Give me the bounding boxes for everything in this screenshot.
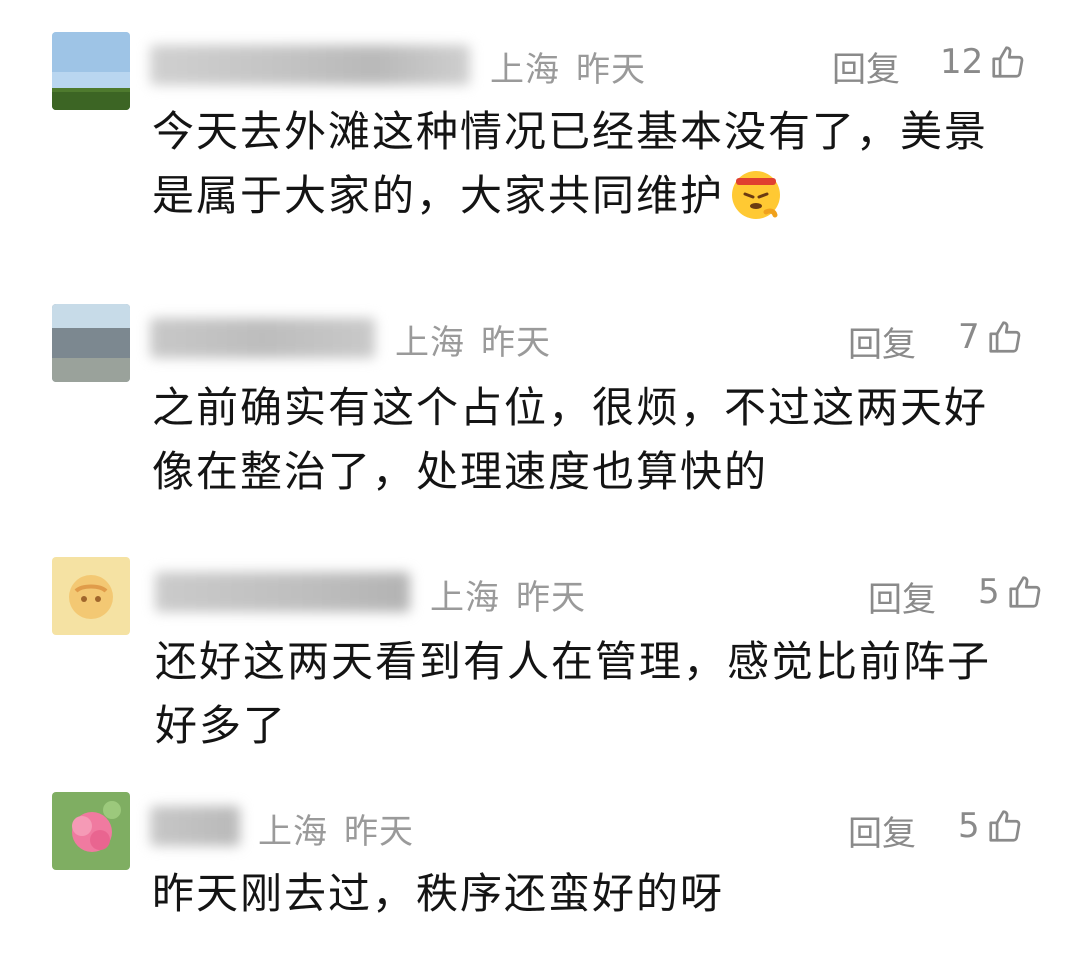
comment-location: 上海 bbox=[258, 812, 328, 852]
reply-button[interactable]: 回复 bbox=[868, 572, 936, 621]
blurred-username[interactable] bbox=[150, 318, 375, 358]
comment-text-line: 还好这两天看到有人在管理，感觉比前阵子 bbox=[155, 637, 992, 686]
landscape-avatar-icon bbox=[52, 32, 130, 110]
thumbs-up-icon bbox=[989, 810, 1020, 842]
comment-text: 之前确实有这个占位，很烦，不过这两天好 像在整治了，处理速度也算快的 bbox=[152, 376, 1052, 504]
comment-text-line: 今天去外滩这种情况已经基本没有了，美景 bbox=[152, 107, 989, 156]
like-count: 7 bbox=[958, 317, 980, 357]
comment-text-line: 昨天刚去过，秩序还蛮好的呀 bbox=[152, 869, 725, 918]
comment-time: 昨天 bbox=[576, 50, 646, 90]
like-button[interactable]: 12 bbox=[940, 42, 1027, 82]
thumbs-up-icon bbox=[989, 321, 1020, 353]
comment-text-line: 是属于大家的，大家共同维护 bbox=[152, 171, 725, 220]
blurred-username[interactable] bbox=[155, 572, 410, 612]
street-avatar-icon bbox=[52, 304, 130, 382]
comment-text-line: 像在整治了，处理速度也算快的 bbox=[152, 447, 769, 496]
like-count: 12 bbox=[940, 42, 984, 82]
flower-avatar-icon bbox=[52, 792, 130, 870]
comment-meta: 上海 昨天 bbox=[395, 315, 551, 364]
comment-text: 还好这两天看到有人在管理，感觉比前阵子 好多了 bbox=[155, 630, 1065, 758]
reply-button[interactable]: 回复 bbox=[848, 806, 916, 855]
comment-time: 昨天 bbox=[481, 323, 551, 363]
blurred-username[interactable] bbox=[150, 45, 470, 85]
comment-meta: 上海 昨天 bbox=[490, 42, 646, 91]
comment-text-line: 之前确实有这个占位，很烦，不过这两天好 bbox=[152, 383, 989, 432]
comment-location: 上海 bbox=[395, 323, 465, 363]
thumbs-up-icon bbox=[992, 46, 1024, 78]
user-avatar[interactable] bbox=[52, 557, 130, 635]
like-button[interactable]: 5 bbox=[958, 806, 1024, 846]
comment-time: 昨天 bbox=[516, 578, 586, 618]
angry-face-emoji-icon bbox=[732, 171, 781, 219]
comment-time: 昨天 bbox=[344, 812, 414, 852]
user-avatar[interactable] bbox=[52, 304, 130, 382]
like-count: 5 bbox=[978, 572, 1000, 612]
like-button[interactable]: 5 bbox=[978, 572, 1044, 612]
user-avatar[interactable] bbox=[52, 32, 130, 110]
cartoon-avatar-icon bbox=[52, 557, 130, 635]
reply-button[interactable]: 回复 bbox=[832, 42, 900, 91]
like-count: 5 bbox=[958, 806, 980, 846]
comment-text: 今天去外滩这种情况已经基本没有了，美景 是属于大家的，大家共同维护 bbox=[152, 100, 1052, 228]
comment-meta: 上海 昨天 bbox=[258, 804, 414, 853]
user-avatar[interactable] bbox=[52, 792, 130, 870]
comment-text-line-wrap: 是属于大家的，大家共同维护 bbox=[152, 164, 1052, 228]
comment-location: 上海 bbox=[430, 578, 500, 618]
comment-text-line: 好多了 bbox=[155, 701, 288, 750]
blurred-username[interactable] bbox=[150, 806, 240, 846]
comment-text: 昨天刚去过，秩序还蛮好的呀 bbox=[152, 862, 1052, 926]
reply-button[interactable]: 回复 bbox=[848, 317, 916, 366]
comment-meta: 上海 昨天 bbox=[430, 570, 586, 619]
thumbs-up-icon bbox=[1009, 576, 1040, 608]
like-button[interactable]: 7 bbox=[958, 317, 1024, 357]
comment-location: 上海 bbox=[490, 50, 560, 90]
